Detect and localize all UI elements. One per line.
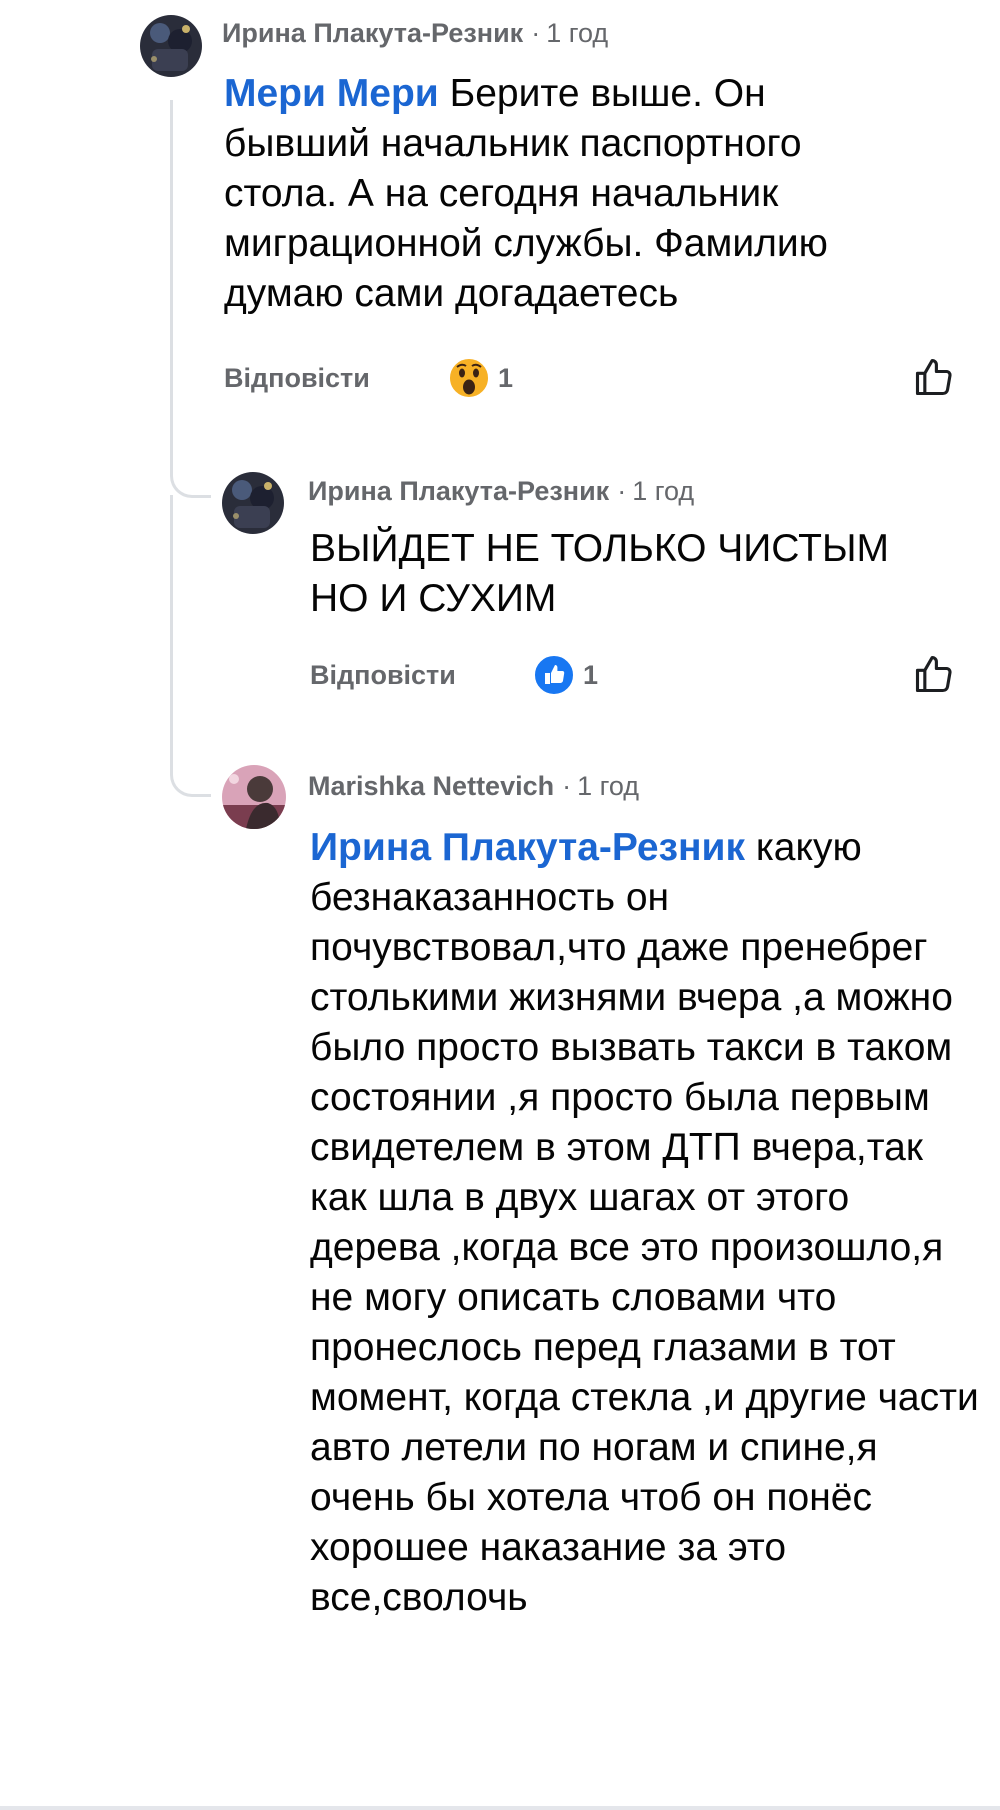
mention-link[interactable]: Ирина Плакута-Резник [310, 826, 745, 869]
reaction-summary[interactable]: 1 [533, 654, 598, 696]
profile-photo-icon [222, 472, 284, 534]
reaction-count: 1 [498, 362, 514, 393]
author-name[interactable]: Ирина Плакута-Резник [308, 476, 609, 506]
comment-1: Ирина Плакута-Резник · 1 год Мери Мери Бер… [0, 0, 1000, 420]
thumbs-up-outline-icon [915, 655, 952, 693]
mention-link[interactable]: Мери Мери [224, 72, 439, 115]
like-button[interactable] [912, 652, 956, 701]
comment-2: Ирина Плакута-Резник · 1 год ВЫЙДЕТ НЕ ТОЛ… [0, 460, 1000, 720]
avatar[interactable] [222, 472, 284, 534]
timestamp[interactable]: 1 год [546, 18, 608, 48]
reaction-count: 1 [583, 659, 599, 690]
timestamp[interactable]: 1 год [632, 476, 694, 506]
comment-meta: Ирина Плакута-Резник · 1 год [308, 476, 694, 507]
reaction-summary[interactable]: 1 [448, 357, 513, 399]
comment-meta: Ирина Плакута-Резник · 1 год [222, 18, 608, 49]
comment-text: Ирина Плакута-Резник какую безнаказаннос… [310, 823, 982, 1623]
profile-photo-icon [222, 765, 286, 829]
avatar[interactable] [222, 765, 286, 829]
author-name[interactable]: Ирина Плакута-Резник [222, 18, 523, 48]
profile-photo-icon [140, 15, 202, 77]
comment-body: ВЫЙДЕТ НЕ ТОЛЬКО ЧИСТЫМ НО И СУХИМ [310, 527, 890, 620]
reply-button[interactable]: Відповісти [224, 363, 370, 394]
comment-body: какую безнаказанность он почувствовал,чт… [310, 826, 979, 1619]
comment-actions: Відповісти 1 [0, 355, 1000, 405]
thumbs-up-outline-icon [915, 358, 952, 396]
comment-meta: Marishka Nettevich · 1 год [308, 771, 639, 802]
comment-actions: Відповісти 1 [0, 652, 1000, 702]
comment-thread: Ирина Плакута-Резник · 1 год Мери Мери Бер… [0, 0, 1000, 1810]
comment-text: Мери Мери Берите выше. Он бывший начальн… [224, 69, 884, 319]
wow-reaction-icon [448, 357, 490, 399]
comment-3: Marishka Nettevich · 1 год Ирина Плакута-Р… [0, 755, 1000, 1795]
meta-separator: · [617, 476, 627, 506]
comment-text: ВЫЙДЕТ НЕ ТОЛЬКО ЧИСТЫМ НО И СУХИМ [310, 524, 950, 624]
author-name[interactable]: Marishka Nettevich [308, 771, 554, 801]
avatar[interactable] [140, 15, 202, 77]
bottom-divider [0, 1806, 1000, 1810]
meta-separator: · [531, 18, 541, 48]
like-reaction-icon [533, 654, 575, 696]
like-button[interactable] [912, 355, 956, 404]
reply-button[interactable]: Відповісти [310, 660, 456, 691]
timestamp[interactable]: 1 год [577, 771, 639, 801]
meta-separator: · [562, 771, 572, 801]
